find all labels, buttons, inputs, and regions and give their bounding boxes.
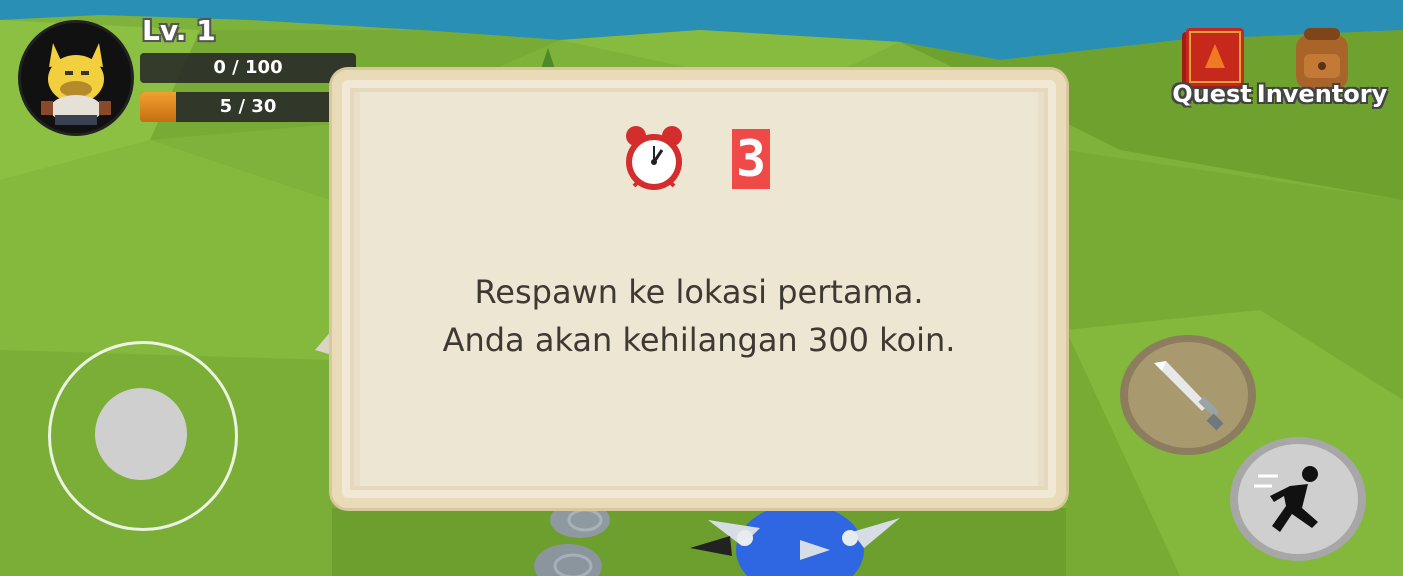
respawn-countdown: 3: [732, 129, 770, 189]
player-avatar[interactable]: [18, 20, 134, 136]
respawn-message: Respawn ke lokasi pertama. Anda akan keh…: [332, 268, 1066, 364]
sprint-button[interactable]: [1228, 436, 1368, 562]
inventory-button[interactable]: Inventory: [1257, 24, 1387, 108]
respawn-dialog: 3 Respawn ke lokasi pertama. Anda akan k…: [332, 70, 1066, 508]
energy-text: 5 / 30: [219, 96, 277, 117]
energy-bar: 5 / 30: [140, 92, 356, 122]
running-man-icon: [1230, 437, 1366, 561]
xp-text: 0 / 100: [213, 57, 283, 78]
fox-character-icon: [21, 23, 131, 133]
quest-label: Quest: [1172, 80, 1252, 108]
alarm-clock-icon: [626, 126, 682, 190]
xp-bar: 0 / 100: [140, 53, 356, 83]
quest-button[interactable]: Quest: [1160, 24, 1264, 108]
joystick-knob[interactable]: [95, 388, 187, 480]
message-line-2: Anda akan kehilangan 300 koin.: [442, 321, 956, 359]
timer-row: [332, 122, 1066, 192]
message-line-1: Respawn ke lokasi pertama.: [474, 273, 924, 311]
inventory-label: Inventory: [1256, 80, 1388, 108]
player-level: Lv. 1: [142, 14, 216, 47]
energy-bar-fill: [140, 92, 176, 122]
